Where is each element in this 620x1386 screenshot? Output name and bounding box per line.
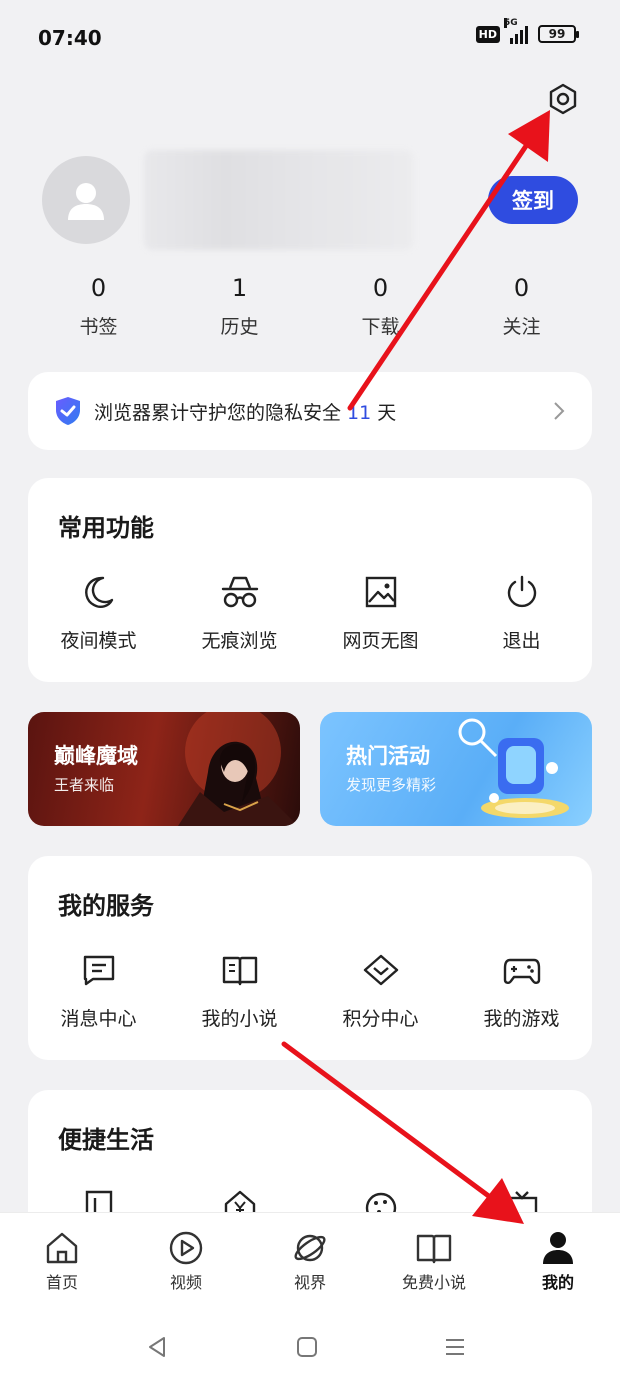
default-avatar-icon	[68, 183, 104, 220]
battery-icon: 99	[538, 25, 579, 43]
status-icons: HD 5G 99	[475, 18, 579, 44]
stat-label: 关注	[502, 316, 541, 338]
privacy-prefix: 浏览器累计守护您的隐私安全	[94, 401, 342, 424]
home-square-icon	[297, 1337, 317, 1357]
moon-icon	[84, 576, 113, 608]
home-icon	[46, 1232, 78, 1264]
book-icon	[222, 956, 257, 986]
feature-label: 网页无图	[342, 630, 419, 652]
privacy-suffix: 天	[377, 401, 397, 424]
tab-video[interactable]: 视频	[124, 1213, 248, 1308]
stat-history[interactable]: 1 历史	[169, 274, 310, 339]
checkin-button[interactable]: 签到	[488, 176, 578, 224]
stat-following[interactable]: 0 关注	[451, 274, 592, 339]
stat-value: 0	[90, 274, 107, 302]
tab-label: 视频	[169, 1273, 202, 1292]
tab-label: 免费小说	[401, 1273, 466, 1292]
shield-icon	[56, 397, 80, 425]
privacy-banner[interactable]: 浏览器累计守护您的隐私安全 11 天	[28, 372, 592, 450]
my-services-grid: 消息中心 我的小说 积分中心 我的游戏	[28, 950, 592, 1031]
service-label: 我的小说	[201, 1008, 278, 1030]
feature-label: 无痕浏览	[201, 630, 278, 652]
banner-title: 热门活动	[346, 744, 430, 768]
service-label: 消息中心	[60, 1008, 137, 1030]
banner-subtitle: 发现更多精彩	[346, 776, 437, 794]
username-blurred[interactable]	[144, 150, 414, 250]
exit-button[interactable]: 退出	[451, 572, 592, 653]
profile-header: 签到	[42, 150, 582, 250]
message-icon	[83, 955, 114, 986]
hd-badge: HD	[475, 25, 500, 43]
person-icon	[543, 1232, 573, 1264]
game-banner[interactable]: 巅峰魔域 王者来临	[28, 712, 300, 826]
service-label: 积分中心	[342, 1008, 419, 1030]
system-nav-bar	[0, 1308, 620, 1386]
stat-bookmarks[interactable]: 0 书签	[28, 274, 169, 339]
points-center-button[interactable]: 积分中心	[310, 950, 451, 1031]
stat-label: 书签	[79, 316, 118, 338]
incognito-button[interactable]: 无痕浏览	[169, 572, 310, 653]
my-games-button[interactable]: 我的游戏	[451, 950, 592, 1031]
no-image-button[interactable]: 网页无图	[310, 572, 451, 653]
incognito-icon	[221, 576, 258, 608]
service-label: 我的游戏	[483, 1008, 560, 1030]
diamond-icon	[363, 954, 398, 986]
planet-icon	[294, 1234, 326, 1262]
feature-label: 夜间模式	[60, 630, 137, 652]
common-features-card: 常用功能 夜间模式 无痕浏览 网页无图 退出	[28, 478, 592, 682]
tab-free-novels[interactable]: 免费小说	[372, 1213, 496, 1308]
status-time: 07:40	[38, 26, 102, 50]
gamepad-icon	[503, 958, 540, 984]
feature-label: 退出	[502, 630, 541, 652]
stat-value: 0	[372, 274, 389, 302]
recents-lines-icon	[446, 1339, 464, 1355]
back-button[interactable]	[142, 1332, 172, 1362]
network-type: 5G	[504, 18, 518, 28]
message-center-button[interactable]: 消息中心	[28, 950, 169, 1031]
open-book-icon	[416, 1234, 452, 1264]
signal-icon: 5G	[504, 18, 528, 44]
tab-label: 首页	[45, 1273, 78, 1292]
stat-value: 0	[513, 274, 530, 302]
night-mode-button[interactable]: 夜间模式	[28, 572, 169, 653]
my-services-card: 我的服务 消息中心 我的小说 积分中心 我的游戏	[28, 856, 592, 1060]
stat-label: 历史	[220, 316, 259, 338]
tab-home[interactable]: 首页	[0, 1213, 124, 1308]
tab-label: 我的	[541, 1273, 574, 1292]
tab-horizon[interactable]: 视界	[248, 1213, 372, 1308]
back-triangle-icon	[149, 1337, 165, 1357]
privacy-text: 浏览器累计守护您的隐私安全 11 天	[94, 398, 552, 425]
power-icon	[507, 575, 536, 608]
play-icon	[169, 1231, 203, 1265]
stat-value: 1	[231, 274, 248, 302]
section-title: 我的服务	[58, 892, 154, 920]
status-bar: 07:40 HD 5G 99	[0, 0, 620, 76]
chevron-right-icon	[554, 402, 565, 420]
section-title: 常用功能	[58, 514, 154, 542]
my-novels-button[interactable]: 我的小说	[169, 950, 310, 1031]
stats-row: 0 书签 1 历史 0 下载 0 关注	[28, 274, 592, 339]
common-features-grid: 夜间模式 无痕浏览 网页无图 退出	[28, 572, 592, 653]
gear-icon	[549, 83, 577, 115]
no-image-icon	[365, 576, 396, 608]
banner-subtitle: 王者来临	[54, 776, 115, 794]
stat-downloads[interactable]: 0 下载	[310, 274, 451, 339]
avatar[interactable]	[42, 156, 130, 244]
tab-me[interactable]: 我的	[496, 1213, 620, 1308]
home-nav-button[interactable]	[292, 1332, 322, 1362]
recents-button[interactable]	[440, 1332, 470, 1362]
banner-title: 巅峰魔域	[54, 744, 138, 768]
tab-label: 视界	[293, 1273, 326, 1292]
section-title: 便捷生活	[58, 1126, 154, 1154]
bottom-tab-bar: 首页 视频 视界 免费小说 我的	[0, 1212, 620, 1308]
stat-label: 下载	[361, 316, 400, 338]
settings-button[interactable]	[544, 80, 582, 118]
privacy-days: 11	[347, 401, 372, 424]
activity-banner[interactable]: 热门活动 发现更多精彩	[320, 712, 592, 826]
